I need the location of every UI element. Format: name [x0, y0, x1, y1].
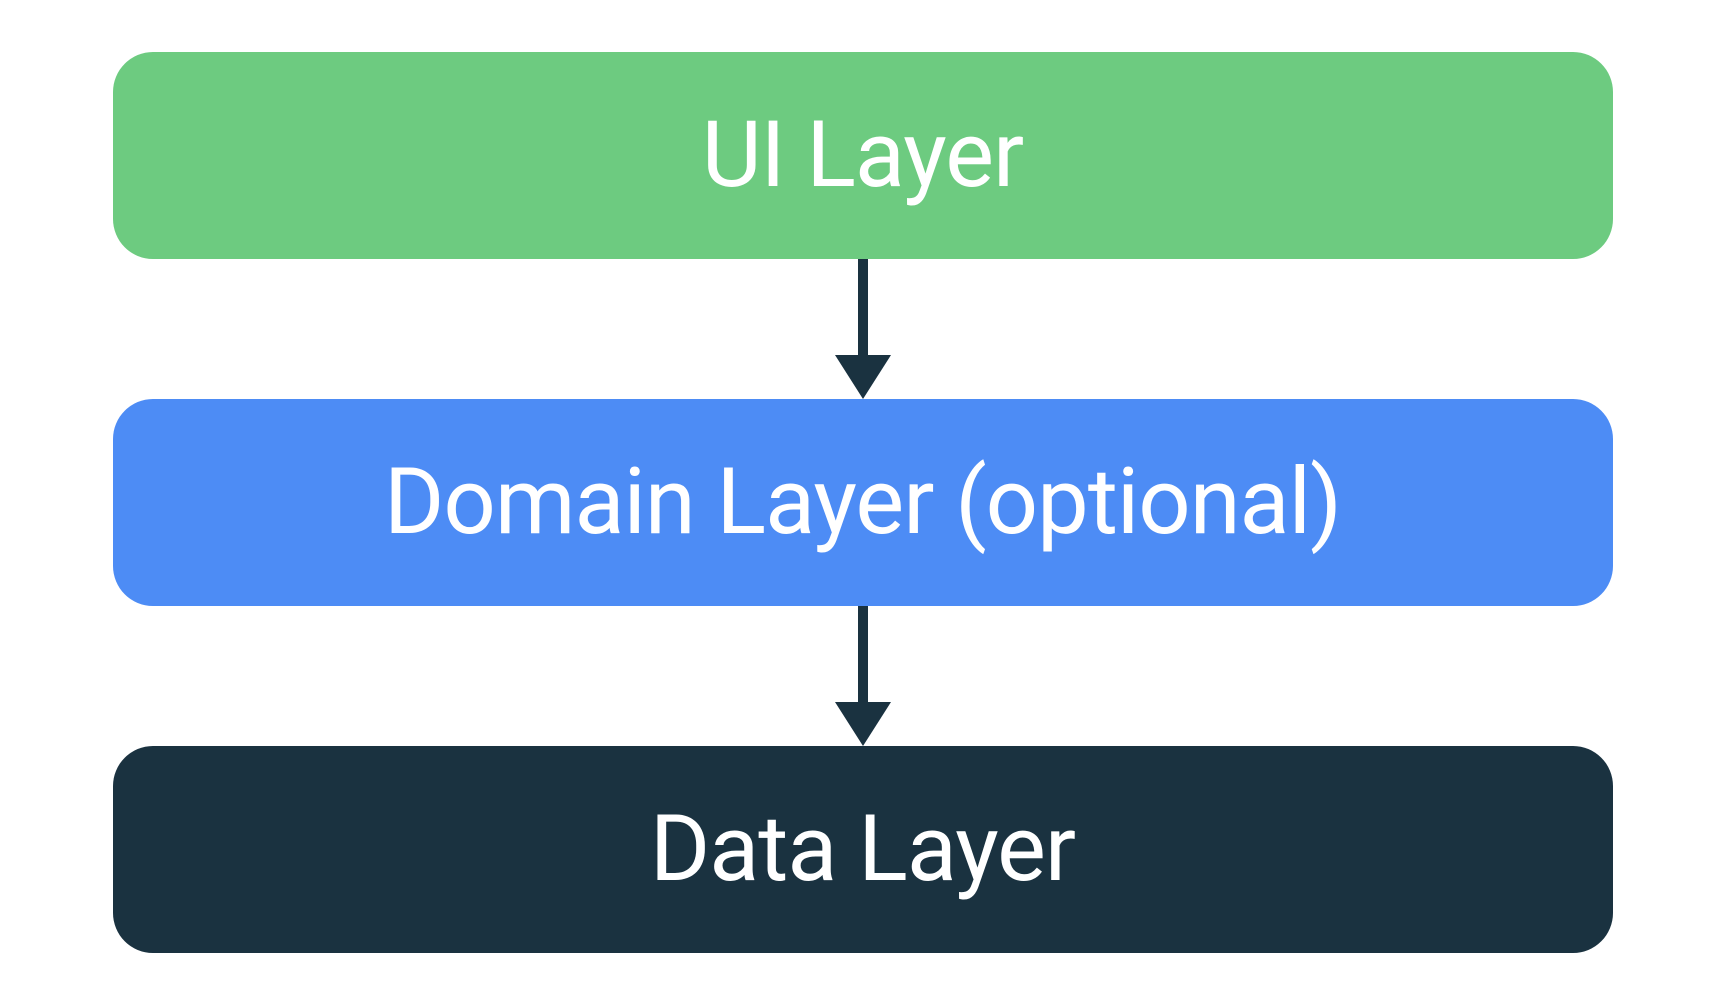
domain-layer-box: Domain Layer (optional): [113, 399, 1613, 606]
data-layer-box: Data Layer: [113, 746, 1613, 953]
ui-layer-label: UI Layer: [702, 102, 1023, 209]
arrow-head: [835, 702, 891, 746]
arrow-down-icon: [835, 606, 891, 746]
architecture-diagram: UI Layer Domain Layer (optional) Data La…: [113, 52, 1613, 953]
ui-layer-box: UI Layer: [113, 52, 1613, 259]
domain-layer-label: Domain Layer (optional): [384, 449, 1341, 556]
arrow-line: [858, 606, 868, 702]
data-layer-label: Data Layer: [650, 796, 1075, 903]
arrow-down-icon: [835, 259, 891, 399]
arrow-line: [858, 259, 868, 355]
arrow-head: [835, 355, 891, 399]
